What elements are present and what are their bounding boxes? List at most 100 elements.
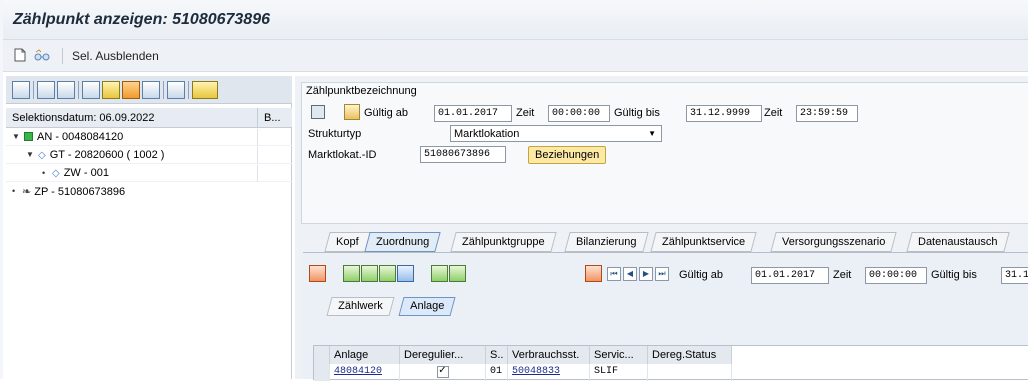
edit-icon[interactable] xyxy=(102,81,120,99)
tree-node-label: AN - 0048084120 xyxy=(37,131,124,143)
tab-kopf[interactable]: Kopf xyxy=(324,232,371,252)
row-selector[interactable] xyxy=(314,364,330,381)
title-bar: Zählpunkt anzeigen: 51080673896 xyxy=(3,0,1028,40)
collapse-icon[interactable] xyxy=(57,81,75,99)
chart-icon[interactable] xyxy=(82,81,100,99)
toolbar-separator xyxy=(33,81,34,99)
zaehlpunktbezeichnung-group: Zählpunktbezeichnung Gültig ab 01.01.201… xyxy=(301,82,1028,224)
tab-zuordnung[interactable]: Zuordnung xyxy=(364,232,441,252)
tree-node-zw[interactable]: • ◇ ZW - 001 xyxy=(6,165,292,182)
marktlokat-field[interactable]: 51080673896 xyxy=(420,146,506,163)
next-page-icon[interactable]: ▶ xyxy=(639,267,653,281)
graph-icon[interactable] xyxy=(142,81,160,99)
gueltig-bis-label: Gültig bis xyxy=(614,107,660,119)
bullet-icon: • xyxy=(42,168,46,178)
collapse-triangle-icon[interactable]: ▼ xyxy=(26,150,34,159)
refresh-icon[interactable] xyxy=(12,81,30,99)
last-page-icon[interactable]: ⏭ xyxy=(655,267,669,281)
subtab-zaehlwerk[interactable]: Zählwerk xyxy=(326,297,395,316)
toolbar-separator xyxy=(163,81,164,99)
tree-node-zp[interactable]: • ❧ ZP - 51080673896 xyxy=(6,183,292,200)
group-title: Zählpunktbezeichnung xyxy=(306,85,417,97)
dereg-status-cell xyxy=(648,364,732,381)
column-b-header[interactable]: B... xyxy=(264,112,281,124)
tab-zaehlpunktservice[interactable]: Zählpunktservice xyxy=(650,232,757,252)
strukturtyp-dropdown[interactable]: Marktlokation ▼ xyxy=(450,125,662,142)
selection-date-header: Selektionsdatum: 06.09.2022 xyxy=(12,112,155,124)
verbrauchsstelle-link[interactable]: 50048833 xyxy=(508,364,590,381)
tree-toolbar xyxy=(6,76,292,104)
anlage-table: Anlage Deregulier... S.. Verbrauchsst. S… xyxy=(313,345,1028,381)
strukturtyp-label: Strukturtyp xyxy=(308,128,362,140)
insert-row-icon[interactable] xyxy=(343,265,360,282)
application-toolbar: Sel. Ausblenden xyxy=(3,40,1028,72)
move-row-icon[interactable] xyxy=(379,265,396,282)
inner-zeit-field[interactable]: 00:00:00 xyxy=(865,267,927,284)
toolbar-separator xyxy=(78,81,79,99)
tree-node-label: ZW - 001 xyxy=(63,167,109,179)
tab-versorgungsszenario[interactable]: Versorgungsszenario xyxy=(770,232,898,252)
layout-icon[interactable] xyxy=(167,81,185,99)
sort-asc-icon[interactable] xyxy=(431,265,448,282)
column-header[interactable]: Deregulier... xyxy=(400,346,486,364)
first-page-icon[interactable]: ⏮ xyxy=(607,267,621,281)
collapse-triangle-icon[interactable]: ▼ xyxy=(12,132,20,141)
column-header[interactable]: S.. xyxy=(486,346,508,364)
anlage-link[interactable]: 48084120 xyxy=(330,364,400,381)
tab-zaehlpunktgruppe[interactable]: Zählpunktgruppe xyxy=(450,232,557,252)
copy-row-icon[interactable] xyxy=(361,265,378,282)
gueltig-ab-field[interactable]: 01.01.2017 xyxy=(434,105,512,122)
details-icon[interactable] xyxy=(397,265,414,282)
row-selector-header[interactable] xyxy=(314,346,330,364)
folder-menu-icon[interactable] xyxy=(192,81,218,99)
sort-desc-icon[interactable] xyxy=(449,265,466,282)
column-header[interactable]: Servic... xyxy=(590,346,648,364)
save-icon[interactable] xyxy=(122,81,140,99)
inner-gueltig-bis-field[interactable]: 31.1 xyxy=(1001,267,1028,284)
servic-cell: SLIF xyxy=(590,364,648,381)
column-header[interactable]: Anlage xyxy=(330,346,400,364)
new-document-icon[interactable] xyxy=(13,48,27,62)
zeit-bis-field[interactable]: 23:59:59 xyxy=(796,105,858,122)
inner-gueltig-ab-field[interactable]: 01.01.2017 xyxy=(751,267,829,284)
prev-page-icon[interactable]: ◀ xyxy=(623,267,637,281)
column-header[interactable]: Verbrauchsst. xyxy=(508,346,590,364)
gueltig-ab-label: Gültig ab xyxy=(364,107,409,119)
inner-gueltig-ab-label: Gültig ab xyxy=(679,269,724,281)
dereg-cell: ✓ xyxy=(400,364,486,381)
glasses-icon[interactable] xyxy=(33,48,51,62)
blue-diamond-icon: ◇ xyxy=(38,150,46,161)
strukturtyp-value: Marktlokation xyxy=(454,128,520,140)
bullet-icon: • xyxy=(12,186,16,196)
green-square-icon xyxy=(24,132,33,141)
subtab-anlage[interactable]: Anlage xyxy=(398,297,456,316)
delete-row-icon[interactable] xyxy=(309,265,326,282)
tab-bilanzierung[interactable]: Bilanzierung xyxy=(564,232,649,252)
calendar-icon[interactable] xyxy=(311,105,325,119)
dropdown-arrow-icon[interactable]: ▼ xyxy=(648,129,656,138)
zeit-label: Zeit xyxy=(764,107,783,119)
history-icon[interactable] xyxy=(585,265,602,282)
toolbar-separator xyxy=(62,48,63,64)
s-cell: 01 xyxy=(486,364,508,381)
gueltig-bis-field[interactable]: 31.12.9999 xyxy=(686,105,762,122)
history-icon[interactable] xyxy=(344,104,360,120)
beziehungen-button[interactable]: Beziehungen xyxy=(528,146,607,164)
tree-node-label: ZP - 51080673896 xyxy=(34,186,126,198)
window: Zählpunkt anzeigen: 51080673896 Sel. Aus… xyxy=(0,0,1028,381)
navigation-tree-pane: Selektionsdatum: 06.09.2022 B... ▼ AN - … xyxy=(6,76,292,379)
tree-node-gt[interactable]: ▼ ◇ GT - 20820600 ( 1002 ) xyxy=(6,147,292,164)
sel-ausblenden-button[interactable]: Sel. Ausblenden xyxy=(72,49,159,63)
zp-icon: ❧ xyxy=(22,186,32,198)
tree-node-an[interactable]: ▼ AN - 0048084120 xyxy=(6,129,292,146)
page-title: Zählpunkt anzeigen: 51080673896 xyxy=(13,11,270,28)
deregulated-checkbox[interactable]: ✓ xyxy=(436,366,449,378)
tree-header: Selektionsdatum: 06.09.2022 B... xyxy=(6,108,292,128)
zuordnung-panel: ⏮ ◀ ▶ ⏭ Gültig ab 01.01.2017 Zeit 00:00:… xyxy=(303,252,1028,381)
inner-zeit-label: Zeit xyxy=(833,269,852,281)
expand-icon[interactable] xyxy=(37,81,55,99)
detail-pane: Zählpunktbezeichnung Gültig ab 01.01.201… xyxy=(295,76,1028,381)
column-header[interactable]: Dereg.Status xyxy=(648,346,732,364)
tab-datenaustausch[interactable]: Datenaustausch xyxy=(906,232,1010,252)
zeit-ab-field[interactable]: 00:00:00 xyxy=(548,105,610,122)
